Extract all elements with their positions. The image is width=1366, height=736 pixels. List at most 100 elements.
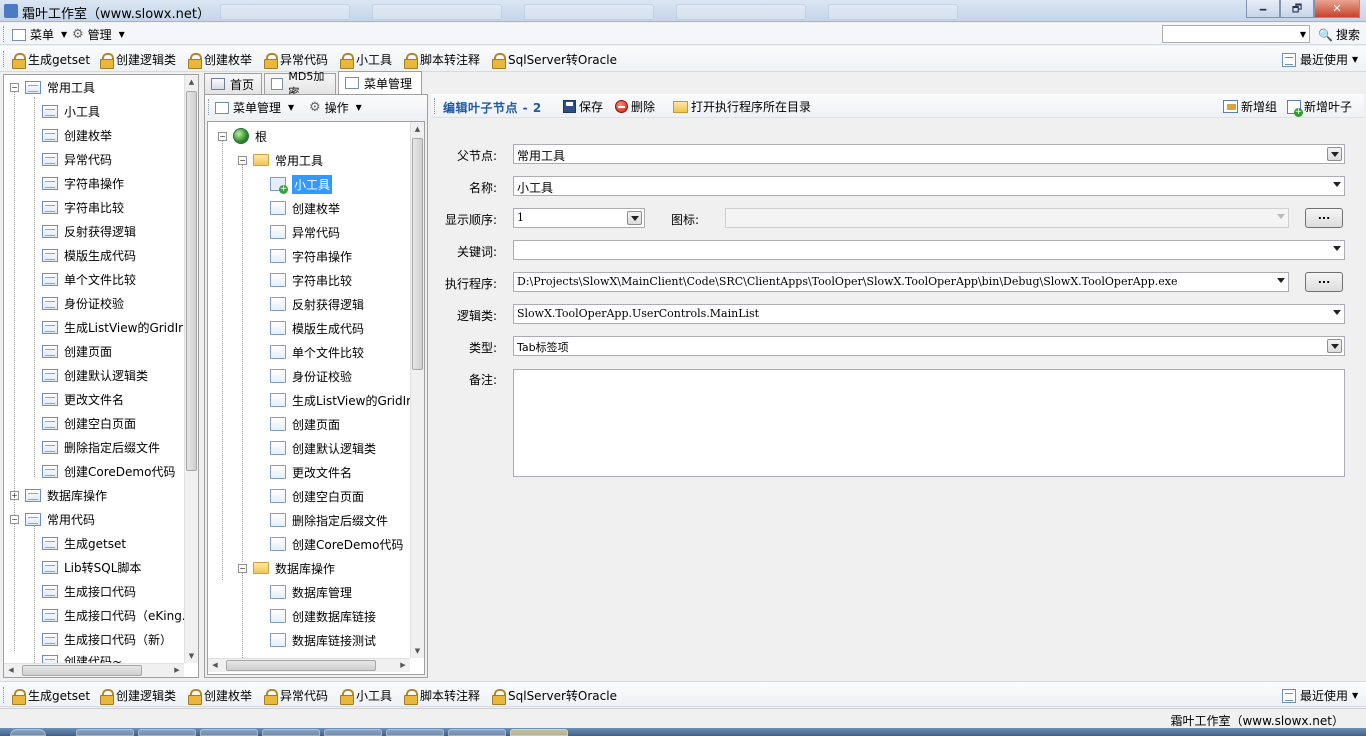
parent-select[interactable]: 常用工具	[513, 144, 1345, 164]
menu-dropdown[interactable]: 菜单 ▼	[12, 26, 67, 43]
chevron-down-icon[interactable]	[1327, 147, 1342, 161]
scroll-down-arrow-icon[interactable]: ▼	[411, 644, 424, 658]
tree-item[interactable]: 单个文件比较	[42, 269, 136, 289]
keyword-combo[interactable]	[513, 240, 1345, 260]
menu-tree-hscrollbar[interactable]: ◀ ▶	[208, 658, 410, 672]
tree-item[interactable]: 小工具	[42, 101, 100, 121]
tree-item[interactable]: 反射获得逻辑	[270, 294, 364, 314]
tree-group-common-tools[interactable]: − 常用工具	[238, 150, 323, 170]
start-button[interactable]	[10, 729, 46, 736]
scroll-thumb[interactable]	[22, 665, 142, 676]
recent-use-dropdown[interactable]: 最近使用 ▼	[1282, 51, 1358, 68]
taskbar-button[interactable]	[200, 729, 258, 736]
tree-item[interactable]: 生成getset	[42, 533, 126, 553]
taskbar-button-active[interactable]	[510, 729, 568, 736]
left-tree-hscrollbar[interactable]: ◀ ▶	[4, 663, 184, 677]
save-button[interactable]: 保存	[563, 98, 603, 115]
tree-group-database[interactable]: − 数据库操作	[238, 558, 335, 578]
operation-dropdown[interactable]: ⚙ 操作 ▼	[309, 99, 362, 116]
quick-item-enum[interactable]: 创建枚举	[188, 51, 252, 69]
tree-item[interactable]: 创建页面	[42, 341, 112, 361]
exec-browse-button[interactable]: ...	[1305, 272, 1343, 292]
search-input[interactable]: ▼	[1162, 25, 1310, 43]
tree-item[interactable]: 模版生成代码	[270, 318, 364, 338]
tree-item[interactable]: 身份证校验	[270, 366, 352, 386]
scroll-right-arrow-icon[interactable]: ▶	[170, 664, 184, 677]
tree-item[interactable]: 创建默认逻辑类	[270, 438, 376, 458]
taskbar-button[interactable]	[386, 729, 444, 736]
collapse-icon[interactable]: −	[218, 131, 227, 141]
tree-item[interactable]: 字符串比较	[270, 270, 352, 290]
tree-item[interactable]: 创建空白页面	[270, 486, 364, 506]
tree-root[interactable]: − 根	[218, 126, 267, 146]
maximize-button[interactable]: 🗗	[1280, 0, 1314, 18]
background-window-tab[interactable]	[676, 4, 806, 20]
scroll-up-arrow-icon[interactable]: ▲	[185, 75, 198, 89]
scroll-down-arrow-icon[interactable]: ▼	[185, 649, 198, 663]
open-exec-dir-button[interactable]: 打开执行程序所在目录	[673, 98, 811, 115]
tree-item[interactable]: 字符串操作	[270, 246, 352, 266]
quick-item-tools[interactable]: 小工具	[340, 51, 392, 69]
scroll-left-arrow-icon[interactable]: ◀	[4, 664, 18, 677]
tree-item[interactable]: 单个文件比较	[270, 342, 364, 362]
menu-tree-vscrollbar[interactable]: ▲ ▼	[410, 122, 424, 658]
taskbar-button[interactable]	[76, 729, 134, 736]
menu-manage-dropdown[interactable]: 菜单管理 ▼	[215, 99, 294, 116]
quick-item-enum[interactable]: 创建枚举	[188, 687, 252, 705]
tree-item[interactable]: 数据库管理	[270, 582, 352, 602]
toolbar-grip[interactable]	[434, 98, 437, 114]
order-select[interactable]: 1	[513, 208, 645, 228]
background-window-tab[interactable]	[524, 4, 654, 20]
tree-item[interactable]: 生成接口代码（eKing.	[42, 605, 186, 625]
tree-item[interactable]: 生成接口代码（新）	[42, 629, 172, 649]
remark-textarea[interactable]	[513, 369, 1345, 477]
type-select[interactable]: Tab标签项	[513, 336, 1345, 356]
chevron-down-icon[interactable]	[1277, 214, 1285, 219]
tree-item[interactable]: 生成ListView的GridIr	[270, 390, 411, 410]
collapse-icon[interactable]: −	[238, 563, 247, 573]
taskbar-button[interactable]	[262, 729, 320, 736]
delete-button[interactable]: 删除	[615, 98, 655, 115]
new-leaf-button[interactable]: 新增叶子	[1287, 98, 1352, 117]
menu-tree[interactable]: − 根 − 常用工具 小工具 创建枚举 异常代码 字符串操作 字符串比较 反射获…	[207, 121, 425, 675]
new-group-button[interactable]: 新增组	[1223, 98, 1277, 115]
quick-item-getset[interactable]: 生成getset	[12, 51, 90, 69]
chevron-down-icon[interactable]	[1333, 182, 1341, 187]
tree-item[interactable]: 字符串比较	[42, 197, 124, 217]
toolbar-grip[interactable]	[208, 99, 211, 115]
search-button[interactable]: 🔍 搜索	[1318, 26, 1360, 43]
tree-item[interactable]: 更改文件名	[42, 389, 124, 409]
tree-item[interactable]: 创建枚举	[270, 198, 340, 218]
toolbar-grip[interactable]	[3, 26, 6, 42]
chevron-down-icon[interactable]	[1277, 278, 1285, 283]
collapse-icon[interactable]: −	[10, 82, 19, 92]
tree-item[interactable]: 身份证校验	[42, 293, 124, 313]
scroll-up-arrow-icon[interactable]: ▲	[411, 122, 424, 136]
tree-item[interactable]: Lib转SQL脚本	[42, 557, 141, 577]
background-window-tab[interactable]	[220, 4, 350, 20]
collapse-icon[interactable]: −	[10, 514, 19, 524]
minimize-button[interactable]: 🗕	[1246, 0, 1280, 18]
collapse-icon[interactable]: −	[238, 155, 247, 165]
quick-item-sqlserver-oracle[interactable]: SqlServer转Oracle	[492, 687, 617, 705]
expand-icon[interactable]: +	[10, 490, 19, 500]
taskbar-button[interactable]	[448, 729, 506, 736]
quick-item-exception[interactable]: 异常代码	[264, 51, 328, 69]
chevron-down-icon[interactable]: ▼	[1300, 30, 1306, 39]
tree-item[interactable]: 数据库链接测试	[270, 630, 376, 650]
tree-item[interactable]: 创建枚举	[42, 125, 112, 145]
tree-item[interactable]: 创建CoreDemo代码	[270, 534, 403, 554]
quick-item-sqlserver-oracle[interactable]: SqlServer转Oracle	[492, 51, 617, 69]
recent-use-dropdown[interactable]: 最近使用 ▼	[1282, 687, 1358, 704]
tree-group-common-tools[interactable]: − 常用工具	[10, 77, 95, 97]
tree-item[interactable]: 创建数据库链接	[270, 606, 376, 626]
tree-item[interactable]: 生成ListView的GridIr	[42, 317, 183, 337]
toolbar-grip[interactable]	[3, 687, 6, 703]
exec-path-combo[interactable]: D:\Projects\SlowX\MainClient\Code\SRC\Cl…	[513, 272, 1289, 292]
tree-item[interactable]: 创建空白页面	[42, 413, 136, 433]
chevron-down-icon[interactable]	[1333, 310, 1341, 315]
tree-group-common-code[interactable]: − 常用代码	[10, 509, 95, 529]
quick-item-exception[interactable]: 异常代码	[264, 687, 328, 705]
quick-item-tools[interactable]: 小工具	[340, 687, 392, 705]
scroll-thumb[interactable]	[412, 138, 423, 370]
